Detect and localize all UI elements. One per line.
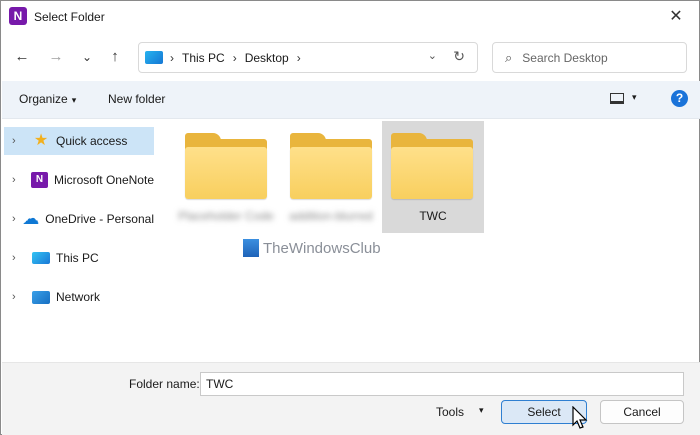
chevron-down-icon[interactable]: ▾: [632, 92, 637, 103]
folder-label: addition-blurred: [289, 209, 373, 223]
chevron-down-icon[interactable]: ▾: [479, 405, 484, 416]
breadcrumb-this-pc[interactable]: This PC: [182, 51, 225, 65]
folder-item-twc[interactable]: TWC: [382, 121, 484, 233]
sidebar-item-label: Microsoft OneNote: [53, 173, 154, 187]
organize-button[interactable]: Organize ▾: [19, 92, 76, 106]
help-icon[interactable]: ?: [671, 90, 688, 107]
onenote-icon: N: [31, 172, 48, 188]
chevron-right-icon[interactable]: ›: [12, 174, 25, 186]
folder-view: Placeholder Code addition-blurred TWC: [157, 119, 699, 361]
folder-name-label: Folder name:: [129, 377, 200, 391]
search-icon: ⌕: [505, 49, 513, 65]
folder-name-input[interactable]: TWC: [200, 372, 684, 396]
up-button[interactable]: ↑: [103, 45, 127, 69]
watermark-text: TheWindowsClub: [263, 239, 381, 257]
watermark-logo-icon: [243, 239, 259, 257]
dialog-footer: Folder name: TWC Tools ▾ Select Cancel: [2, 362, 700, 435]
tools-button[interactable]: Tools: [436, 405, 464, 419]
folder-icon: [391, 133, 473, 201]
breadcrumb-separator-icon[interactable]: ›: [297, 51, 301, 65]
breadcrumb-desktop[interactable]: Desktop: [245, 51, 289, 65]
organize-label: Organize: [19, 92, 68, 106]
sidebar-item-label: Network: [56, 290, 101, 304]
sidebar-item-onenote[interactable]: › N Microsoft OneNote: [4, 166, 154, 194]
monitor-icon: [32, 252, 50, 264]
sidebar-item-label: Quick access: [56, 134, 128, 148]
folder-icon: [290, 133, 372, 201]
folder-item[interactable]: Placeholder Code: [176, 121, 276, 233]
sidebar-item-label: This PC: [56, 251, 99, 265]
window-title: Select Folder: [34, 10, 105, 24]
chevron-right-icon[interactable]: ›: [12, 291, 26, 303]
folder-label: TWC: [419, 209, 447, 223]
search-box[interactable]: ⌕ Search Desktop: [492, 42, 687, 73]
address-dropdown-icon[interactable]: ⌄: [428, 49, 437, 62]
address-bar[interactable]: › This PC › Desktop › ⌄ ↻: [138, 42, 478, 73]
sidebar-item-this-pc[interactable]: › This PC: [4, 244, 154, 272]
forward-button[interactable]: →: [44, 45, 68, 69]
cloud-icon: ☁: [22, 209, 40, 228]
refresh-icon[interactable]: ↻: [453, 48, 465, 65]
folder-icon: [185, 133, 267, 201]
network-icon: [32, 290, 50, 304]
onenote-app-icon: N: [9, 7, 27, 25]
mouse-cursor-icon: [572, 406, 588, 429]
sidebar-item-onedrive[interactable]: › ☁ OneDrive - Personal: [4, 205, 154, 233]
search-input[interactable]: Search Desktop: [522, 51, 607, 65]
chevron-right-icon[interactable]: ›: [12, 252, 26, 264]
back-button[interactable]: ←: [10, 45, 34, 69]
navigation-pane: › ★ Quick access › N Microsoft OneNote ›…: [2, 119, 156, 361]
cancel-button[interactable]: Cancel: [600, 400, 684, 424]
view-options-icon[interactable]: [610, 93, 624, 104]
chevron-right-icon[interactable]: ›: [12, 135, 26, 147]
breadcrumb-separator-icon[interactable]: ›: [233, 51, 237, 65]
sidebar-item-network[interactable]: › Network: [4, 283, 154, 311]
folder-label: Placeholder Code: [178, 209, 274, 223]
select-folder-dialog: N Select Folder ✕ ← → ⌄ ↑ › This PC › De…: [0, 0, 700, 435]
command-bar: Organize ▾ New folder ▾ ?: [2, 81, 700, 119]
watermark: TheWindowsClub: [243, 239, 381, 257]
new-folder-button[interactable]: New folder: [108, 92, 165, 106]
title-bar: N Select Folder ✕: [1, 1, 699, 33]
sidebar-item-label: OneDrive - Personal: [45, 212, 154, 226]
chevron-right-icon[interactable]: ›: [12, 213, 16, 225]
sidebar-item-quick-access[interactable]: › ★ Quick access: [4, 127, 154, 155]
breadcrumb-separator-icon[interactable]: ›: [170, 51, 174, 65]
folder-item[interactable]: addition-blurred: [281, 121, 381, 233]
close-button[interactable]: ✕: [661, 5, 691, 29]
chevron-down-icon: ▾: [71, 95, 77, 105]
star-icon: ★: [33, 132, 49, 149]
this-pc-icon: [145, 51, 163, 64]
recent-locations-button[interactable]: ⌄: [75, 45, 99, 69]
